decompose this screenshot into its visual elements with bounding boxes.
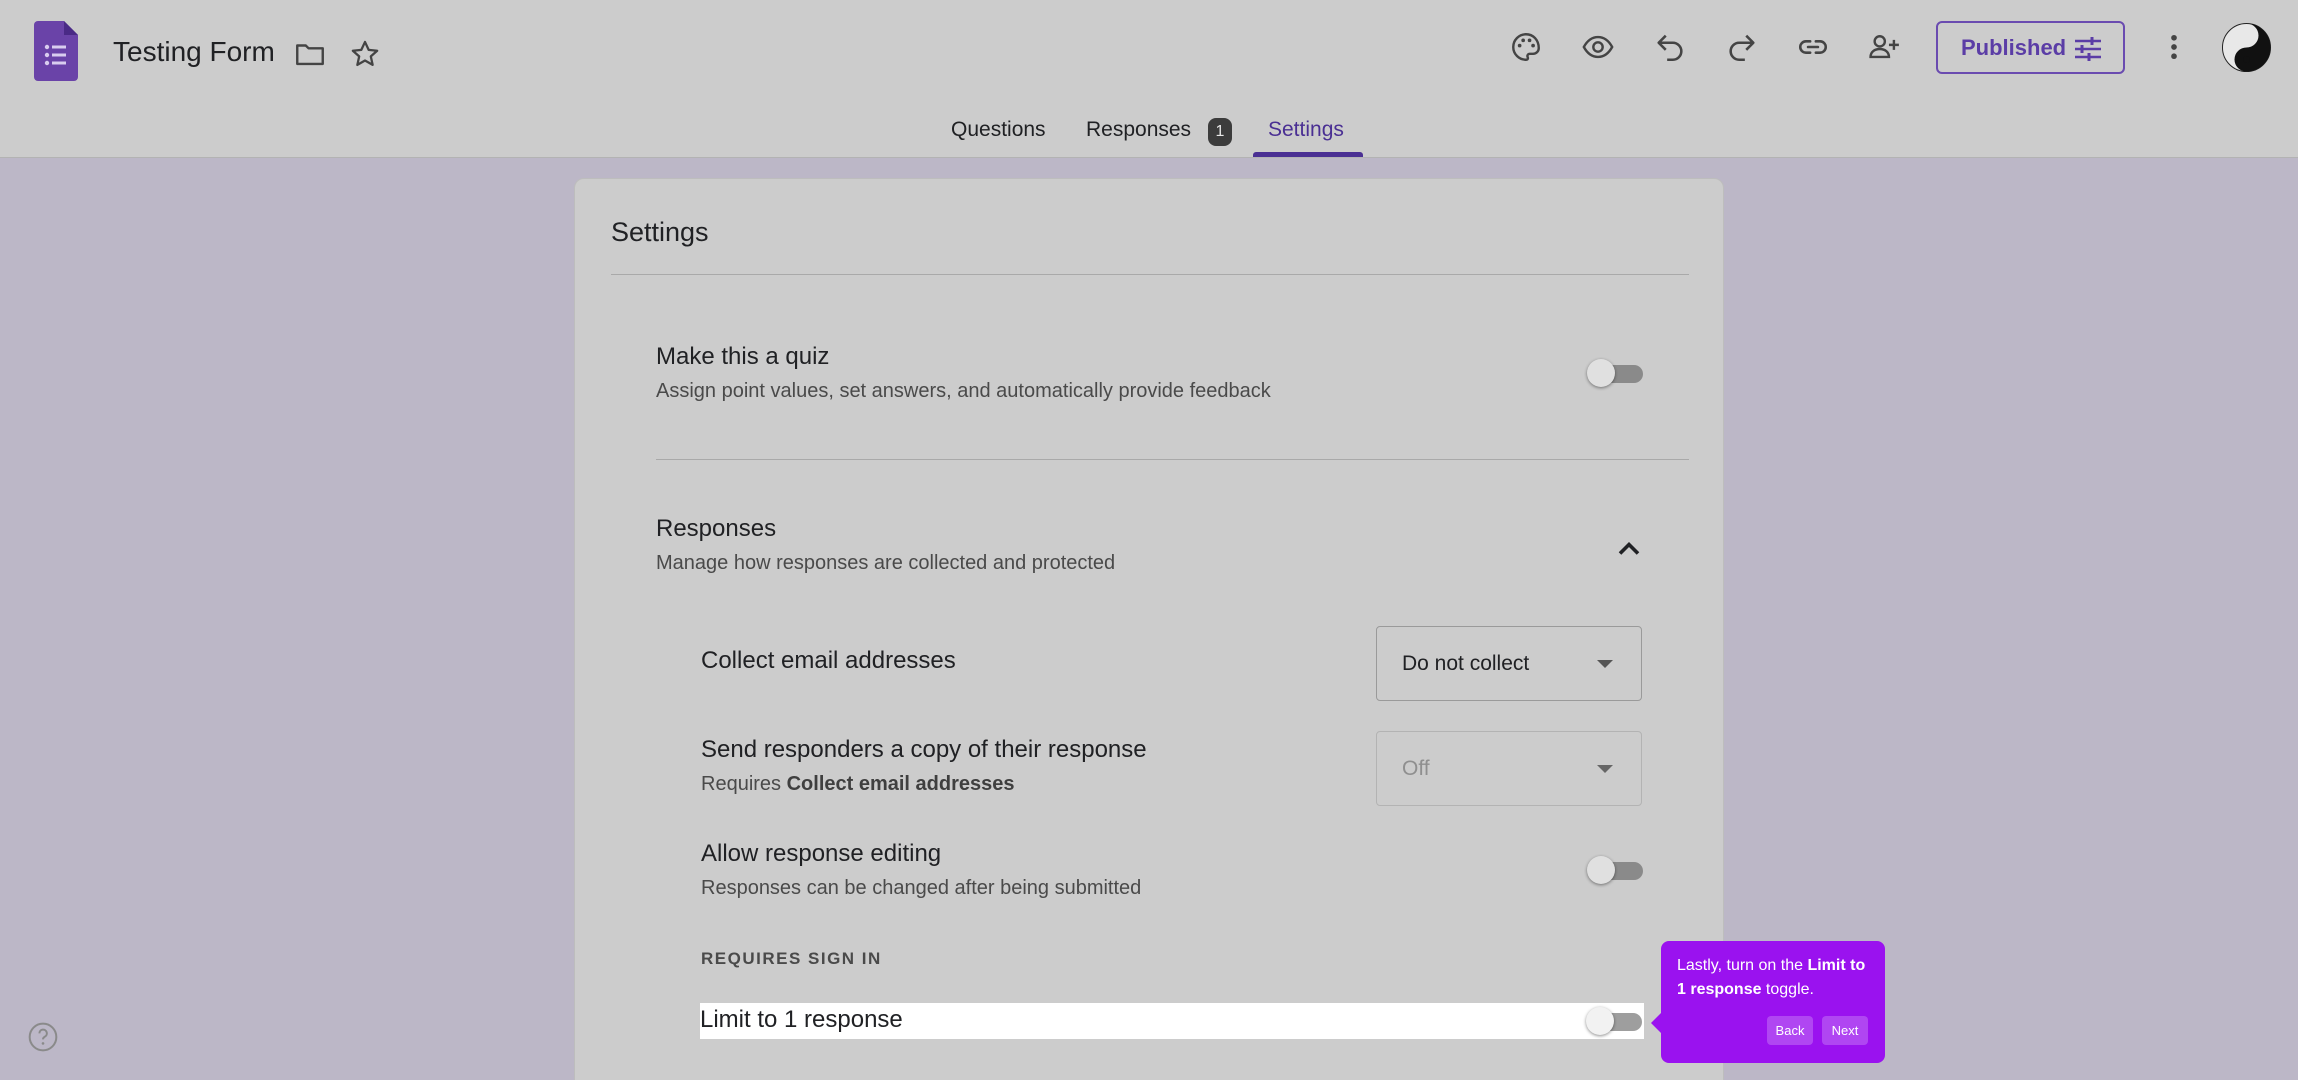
response-editing-subtitle: Responses can be changed after being sub… (701, 877, 1142, 899)
undo-icon[interactable] (1650, 27, 1690, 67)
send-copy-title: Send responders a copy of their response (701, 736, 1147, 763)
chevron-up-icon[interactable] (1611, 531, 1647, 567)
top-app-bar: Testing Form Published Questions Respons… (0, 0, 2298, 158)
redo-icon[interactable] (1722, 27, 1762, 67)
tab-responses[interactable]: Responses (1086, 118, 1191, 142)
preview-eye-icon[interactable] (1578, 27, 1618, 67)
published-label: Published (1961, 34, 2067, 60)
folder-icon[interactable] (290, 34, 330, 74)
responses-section-title: Responses (656, 515, 777, 542)
more-vert-icon[interactable] (2154, 27, 2194, 67)
quiz-title: Make this a quiz (656, 343, 830, 370)
forms-logo-icon[interactable] (34, 21, 78, 81)
guide-tooltip: Lastly, turn on the Limit to 1 response … (1651, 941, 1885, 1063)
response-editing-toggle[interactable] (1587, 854, 1643, 884)
star-icon[interactable] (345, 34, 385, 74)
tooltip-text: Lastly, turn on the Limit to 1 response … (1677, 957, 1866, 998)
link-icon[interactable] (1793, 27, 1833, 67)
tab-questions[interactable]: Questions (951, 118, 1046, 142)
responses-count-badge: 1 (1208, 118, 1232, 146)
response-editing-title: Allow response editing (701, 840, 942, 867)
settings-card: Settings Make this a quiz Assign point v… (574, 178, 1724, 1080)
collect-email-select[interactable]: Do not collect (1376, 626, 1642, 701)
limit-response-toggle[interactable] (1586, 1005, 1642, 1035)
limit-response-row: Limit to 1 response (700, 1003, 1644, 1039)
quiz-subtitle: Assign point values, set answers, and au… (656, 380, 1271, 402)
responses-section-subtitle: Manage how responses are collected and p… (656, 552, 1116, 574)
title-divider (611, 274, 1689, 275)
limit-response-title: Limit to 1 response (700, 1006, 903, 1033)
tab-settings[interactable]: Settings (1268, 118, 1344, 142)
avatar[interactable] (2222, 23, 2271, 72)
add-collaborator-icon[interactable] (1864, 27, 1904, 67)
tab-bar: Questions Responses 1 Settings (0, 110, 2298, 158)
form-title[interactable]: Testing Form (113, 36, 275, 68)
tooltip-next-button[interactable]: Next (1822, 1016, 1868, 1045)
tooltip-back-button[interactable]: Back (1767, 1016, 1813, 1045)
palette-icon[interactable] (1506, 27, 1546, 67)
publish-settings-icon (2075, 37, 2101, 61)
send-copy-value: Off (1402, 756, 1430, 780)
active-tab-indicator (1253, 152, 1363, 157)
quiz-toggle[interactable] (1587, 357, 1643, 387)
published-button[interactable]: Published (1936, 21, 2125, 74)
help-icon[interactable] (27, 1021, 59, 1053)
dropdown-arrow-icon (1597, 660, 1613, 668)
settings-title: Settings (611, 217, 709, 247)
requires-sign-in-label: REQUIRES SIGN IN (701, 949, 882, 968)
collect-email-title: Collect email addresses (701, 647, 956, 674)
send-copy-select[interactable]: Off (1376, 731, 1642, 806)
quiz-divider (656, 459, 1689, 460)
send-copy-subtitle: Requires Collect email addresses (701, 773, 1015, 795)
collect-email-value: Do not collect (1402, 651, 1530, 675)
dropdown-arrow-icon (1597, 765, 1613, 773)
